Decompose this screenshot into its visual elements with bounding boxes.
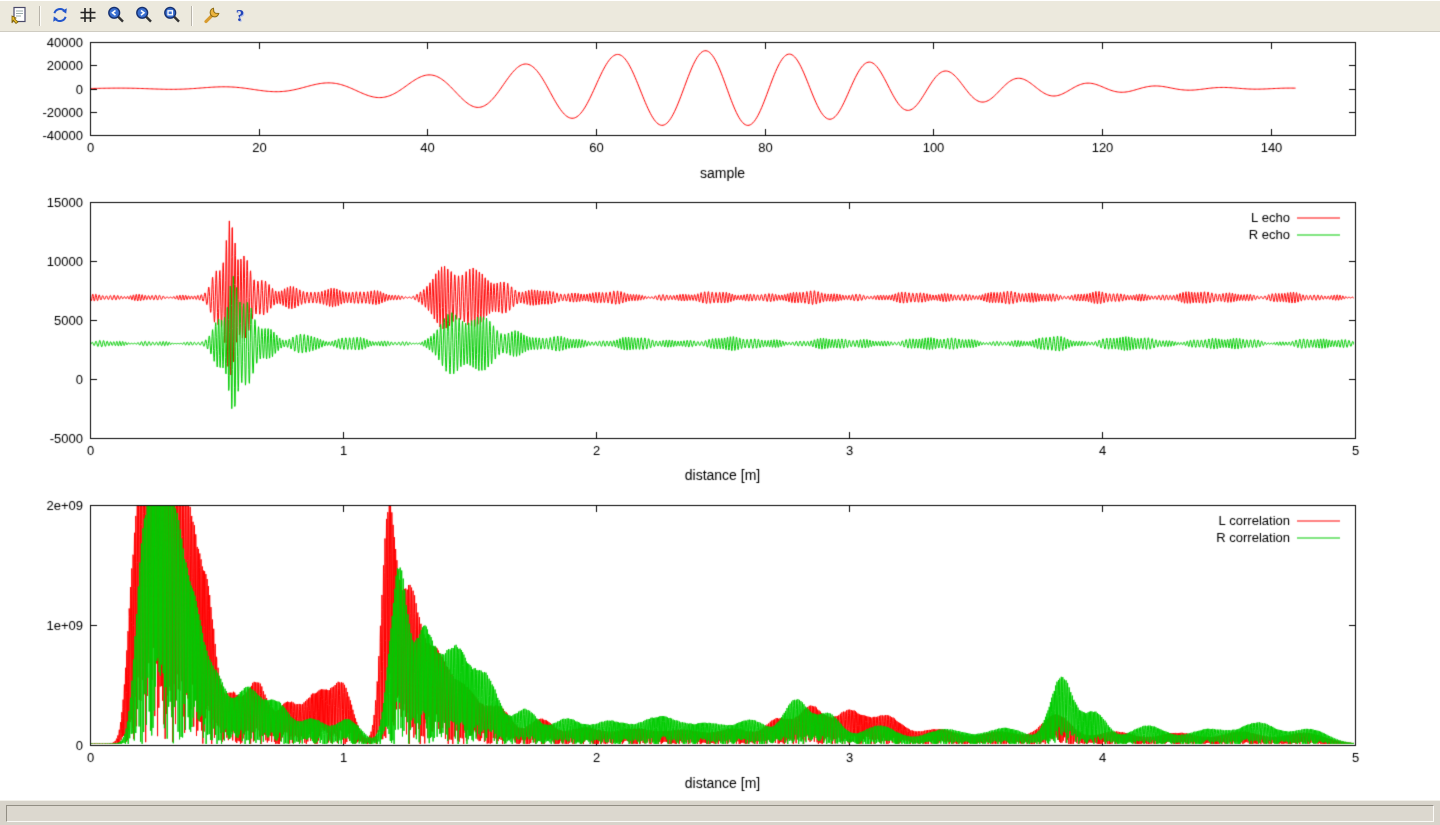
- configure-button[interactable]: [199, 4, 225, 28]
- autoscale-button[interactable]: [159, 4, 185, 28]
- clipboard-icon: [10, 5, 30, 28]
- zoom-next-icon: [134, 5, 154, 28]
- toolbar-separator: [191, 6, 193, 26]
- autoscale-icon: [162, 5, 182, 28]
- status-bar: [0, 800, 1440, 825]
- refresh-icon: [50, 5, 70, 28]
- plot-area: [0, 32, 1440, 800]
- sample-waveform-plot[interactable]: [0, 32, 1440, 192]
- zoom-previous-icon: [106, 5, 126, 28]
- wrench-icon: [202, 5, 222, 28]
- copy-to-clipboard-button[interactable]: [7, 4, 33, 28]
- status-text: [6, 805, 1434, 822]
- help-icon: ?: [236, 6, 245, 26]
- echo-signals-plot[interactable]: [0, 192, 1440, 497]
- help-button[interactable]: ?: [227, 4, 253, 28]
- grid-icon: [78, 5, 98, 28]
- toolbar-separator: [39, 6, 41, 26]
- toolbar: ?: [0, 0, 1440, 32]
- zoom-next-button[interactable]: [131, 4, 157, 28]
- replot-button[interactable]: [47, 4, 73, 28]
- gnuplot-window: ?: [0, 0, 1440, 825]
- zoom-previous-button[interactable]: [103, 4, 129, 28]
- correlation-plot[interactable]: [0, 497, 1440, 800]
- grid-toggle-button[interactable]: [75, 4, 101, 28]
